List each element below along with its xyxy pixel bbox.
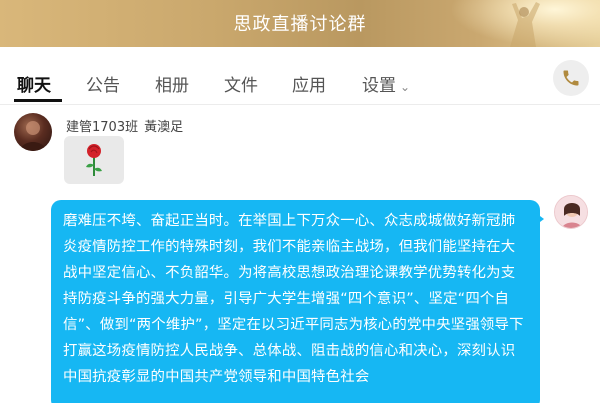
chevron-down-icon: ⌄ xyxy=(400,80,411,94)
tab-chat[interactable]: 聊天 xyxy=(17,71,51,96)
header-divider xyxy=(0,104,600,105)
sender-info: 建管1703班 黃澳足 xyxy=(66,116,183,135)
tab-bar: 聊天 公告 相册 文件 应用 设置 ⌄ xyxy=(0,47,600,105)
sender-class: 建管1703班 xyxy=(66,120,139,135)
tab-album[interactable]: 相册 xyxy=(155,71,189,96)
call-button[interactable] xyxy=(553,60,589,96)
message-bubble[interactable]: 磨难压不垮、奋起正当时。在举国上下万众一心、众志成城做好新冠肺炎疫情防控工作的特… xyxy=(51,200,540,403)
message-bubble-tail xyxy=(536,213,544,225)
rose-icon xyxy=(86,144,102,176)
group-banner: 思政直播讨论群 xyxy=(0,0,600,47)
tab-announcements[interactable]: 公告 xyxy=(86,71,120,96)
group-title: 思政直播讨论群 xyxy=(233,14,367,35)
tab-files[interactable]: 文件 xyxy=(224,71,258,96)
active-tab-indicator xyxy=(14,99,62,102)
sender-avatar[interactable] xyxy=(14,113,52,151)
phone-icon xyxy=(563,70,579,86)
sender-name: 黃澳足 xyxy=(144,120,184,135)
sticker-message[interactable] xyxy=(64,136,124,184)
tab-apps[interactable]: 应用 xyxy=(292,71,326,96)
tab-settings[interactable]: 设置 ⌄ xyxy=(362,71,410,96)
tab-settings-label: 设置 xyxy=(362,76,396,96)
self-avatar[interactable] xyxy=(554,195,588,229)
